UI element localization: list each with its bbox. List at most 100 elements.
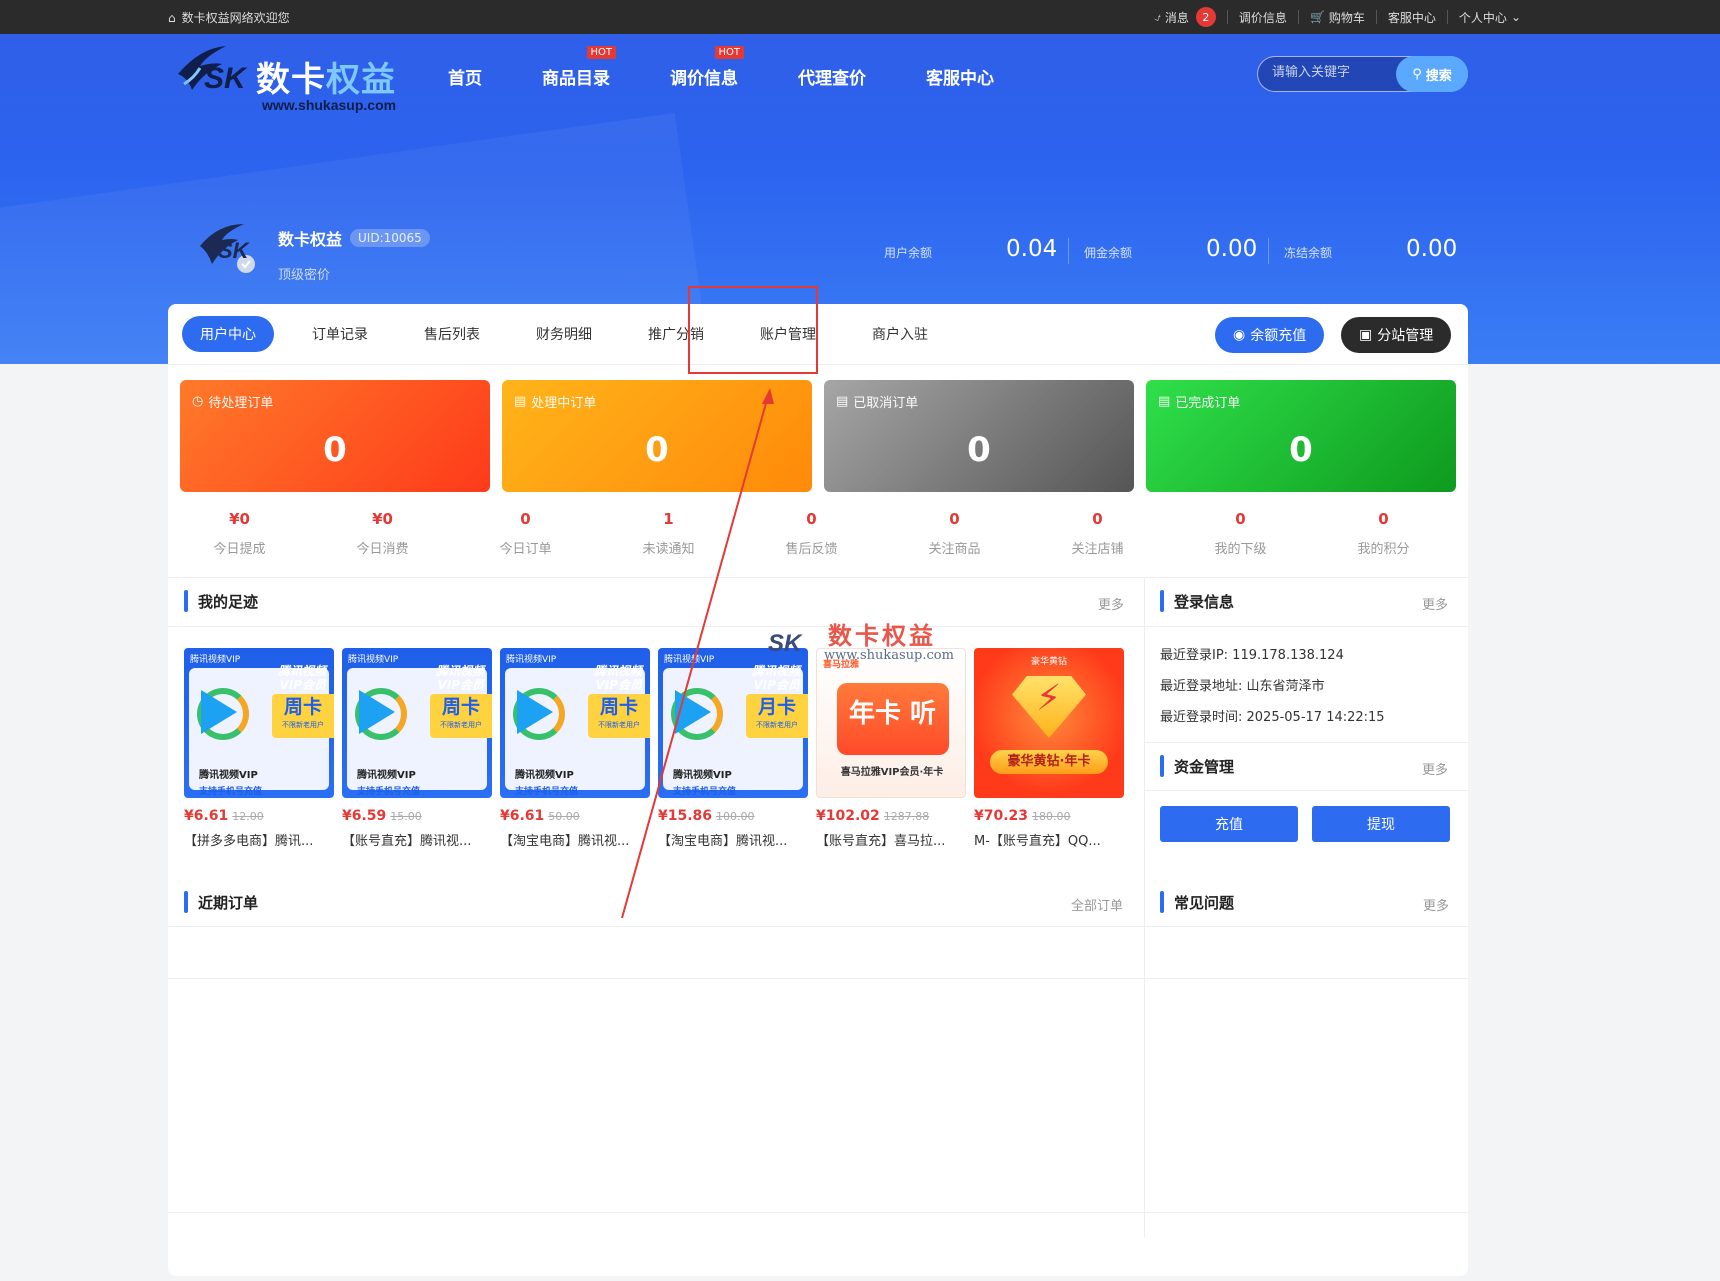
search-input[interactable]: [1272, 65, 1392, 80]
nav-price-info[interactable]: 调价信息 HOT: [670, 46, 744, 89]
service-link[interactable]: 客服中心: [1375, 10, 1447, 25]
monitor-icon: ▣: [1359, 327, 1373, 343]
mini-stat-subordinates[interactable]: 0 我的下级: [1169, 510, 1312, 557]
price: ¥6.61: [184, 808, 229, 824]
mini-stat-fav-shops[interactable]: 0 关注店铺: [1026, 510, 1169, 557]
mini-stat-unread[interactable]: 1 未读通知: [597, 510, 740, 557]
product-title: 【拼多多电商】腾讯...: [184, 834, 314, 849]
user-level: 顶级密价: [278, 268, 331, 283]
highlight-box: [688, 286, 818, 374]
old-price: 12.00: [232, 810, 264, 823]
mini-stat-feedback[interactable]: 0 售后反馈: [740, 510, 883, 557]
product-title: 【淘宝电商】腾讯视...: [500, 834, 630, 849]
product-image: 腾讯视频VIP 腾讯视频VIP 支持手机号充值 腾讯视频 VIP会员 周卡 不限新老…: [500, 648, 650, 798]
tab-merchant[interactable]: 商户入驻: [854, 316, 946, 352]
mini-stat-orders[interactable]: 0 今日订单: [454, 510, 597, 557]
nav-catalog[interactable]: 商品目录 HOT: [542, 46, 616, 89]
product-card[interactable]: 喜马拉雅 年卡 听 喜马拉雅VIP会员·年卡 ¥102.02 1287.88 【账…: [816, 648, 966, 849]
product-card[interactable]: 豪华黄钻 ⚡ 豪华黄钻·年卡 ¥70.23 180.00 M-【账号直充】QQ..…: [974, 648, 1124, 849]
login-info-header: 登录信息: [1160, 589, 1234, 613]
last-login-ip: 最近登录IP: 119.178.138.124: [1160, 648, 1344, 663]
nav-service[interactable]: 客服中心: [926, 64, 994, 89]
faq-more-link[interactable]: 更多: [1423, 895, 1449, 914]
all-orders-link[interactable]: 全部订单: [1071, 895, 1123, 914]
footprint-header: 我的足迹: [184, 589, 258, 613]
withdraw-button[interactable]: 提现: [1312, 806, 1450, 842]
product-card[interactable]: 腾讯视频VIP 腾讯视频VIP 支持手机号充值 腾讯视频 VIP会员 周卡 不限新老…: [500, 648, 650, 849]
stat-cancelled[interactable]: ▤ 已取消订单 0: [824, 380, 1134, 492]
product-card[interactable]: 腾讯视频VIP 腾讯视频VIP 支持手机号充值 腾讯视频 VIP会员 周卡 不限新老…: [184, 648, 334, 849]
tab-finance[interactable]: 财务明细: [518, 316, 610, 352]
user-name: 数卡权益: [278, 230, 343, 249]
welcome-text: 数卡权益网络欢迎您: [181, 11, 290, 25]
doc-edit-icon: ▤: [836, 394, 849, 409]
recent-orders-header: 近期订单: [184, 890, 258, 914]
product-image: 腾讯视频VIP 腾讯视频VIP 支持手机号充值 腾讯视频 VIP会员 周卡 不限新老…: [342, 648, 492, 798]
stat-processing[interactable]: ▤ 处理中订单 0: [502, 380, 812, 492]
messages-link[interactable]: ⍻ 消息 2: [1143, 7, 1227, 27]
stat-completed[interactable]: ▤ 已完成订单 0: [1146, 380, 1456, 492]
footprint-more-link[interactable]: 更多: [1098, 594, 1124, 613]
tab-bar: 用户中心 订单记录 售后列表 财务明细 推广分销 账户管理 商户入驻: [182, 316, 966, 352]
product-title: 【账号直充】喜马拉...: [816, 834, 946, 849]
price: ¥70.23: [974, 808, 1029, 824]
funds-header: 资金管理: [1160, 754, 1234, 778]
message-count-badge: 2: [1195, 7, 1216, 27]
product-card[interactable]: 腾讯视频VIP 腾讯视频VIP 支持手机号充值 腾讯视频 VIP会员 月卡 不限新老…: [658, 648, 808, 849]
nav-agent-price[interactable]: 代理查价: [798, 64, 866, 89]
top-bar: ⌂ 数卡权益网络欢迎您 ⍻ 消息 2 调价信息 🛒 购物车 客服中心 个人中心 ⌄: [0, 0, 1720, 34]
avatar-logo-icon: [200, 224, 255, 273]
price-change-link[interactable]: 调价信息: [1226, 10, 1298, 25]
lightning-icon: ⚡: [1036, 678, 1062, 719]
mini-stat-fav-products[interactable]: 0 关注商品: [883, 510, 1026, 557]
play-icon: [675, 690, 711, 734]
logo-name: 数卡权益: [256, 60, 396, 100]
logo-sk: SK: [204, 62, 246, 95]
last-login-time: 最近登录时间: 2025-05-17 14:22:15: [1160, 710, 1385, 725]
product-title: M-【账号直充】QQ...: [974, 834, 1101, 849]
old-price: 100.00: [716, 810, 755, 823]
mini-stat-commission[interactable]: ¥0 今日提成: [168, 510, 311, 557]
old-price: 1287.88: [883, 810, 930, 823]
nav-home[interactable]: 首页: [448, 64, 482, 89]
login-info-more-link[interactable]: 更多: [1422, 594, 1448, 613]
tab-orders[interactable]: 订单记录: [294, 316, 386, 352]
price: ¥102.02: [816, 808, 880, 824]
substation-button[interactable]: ▣ 分站管理: [1341, 317, 1452, 353]
product-image: 腾讯视频VIP 腾讯视频VIP 支持手机号充值 腾讯视频 VIP会员 月卡 不限新老…: [658, 648, 808, 798]
hot-badge: HOT: [714, 46, 744, 59]
funds-more-link[interactable]: 更多: [1422, 759, 1448, 778]
product-card[interactable]: 腾讯视频VIP 腾讯视频VIP 支持手机号充值 腾讯视频 VIP会员 周卡 不限新老…: [342, 648, 492, 849]
mini-stat-points[interactable]: 0 我的积分: [1312, 510, 1455, 557]
uid-badge: UID:10065: [350, 229, 430, 247]
product-image: 喜马拉雅 年卡 听 喜马拉雅VIP会员·年卡: [816, 648, 966, 798]
price: ¥15.86: [658, 808, 713, 824]
product-image: 豪华黄钻 ⚡ 豪华黄钻·年卡: [974, 648, 1124, 798]
play-icon: [201, 690, 237, 734]
product-title: 【账号直充】腾讯视...: [342, 834, 472, 849]
user-name-row: 数卡权益 UID:10065: [278, 226, 430, 250]
price: ¥6.59: [342, 808, 387, 824]
clock-icon: ◷: [192, 394, 204, 409]
price: ¥6.61: [500, 808, 545, 824]
tab-after-sales[interactable]: 售后列表: [406, 316, 498, 352]
personal-center-link[interactable]: 个人中心 ⌄: [1446, 10, 1532, 25]
balance-recharge-button[interactable]: ◉ 余额充值: [1215, 317, 1325, 353]
tab-user-center[interactable]: 用户中心: [182, 316, 274, 352]
site-logo[interactable]: SK 数卡权益 www.shukasup.com: [170, 42, 420, 113]
old-price: 15.00: [390, 810, 422, 823]
last-login-address: 最近登录地址: 山东省菏泽市: [1160, 679, 1325, 694]
doc-icon: ▤: [514, 394, 527, 409]
hot-badge: HOT: [586, 46, 616, 59]
recharge-button[interactable]: 充值: [1160, 806, 1298, 842]
avatar[interactable]: SK: [196, 222, 262, 278]
doc-check-icon: ▤: [1158, 394, 1171, 409]
search-box: ⚲ 搜索: [1257, 56, 1468, 92]
search-button[interactable]: ⚲ 搜索: [1396, 56, 1468, 92]
mini-stat-spend[interactable]: ¥0 今日消费: [311, 510, 454, 557]
play-icon: [359, 690, 395, 734]
home-icon[interactable]: ⌂: [168, 11, 176, 25]
cart-link[interactable]: 🛒 购物车: [1297, 10, 1376, 25]
stat-pending[interactable]: ◷ 待处理订单 0: [180, 380, 490, 492]
bell-icon: ⍻: [1154, 9, 1161, 24]
